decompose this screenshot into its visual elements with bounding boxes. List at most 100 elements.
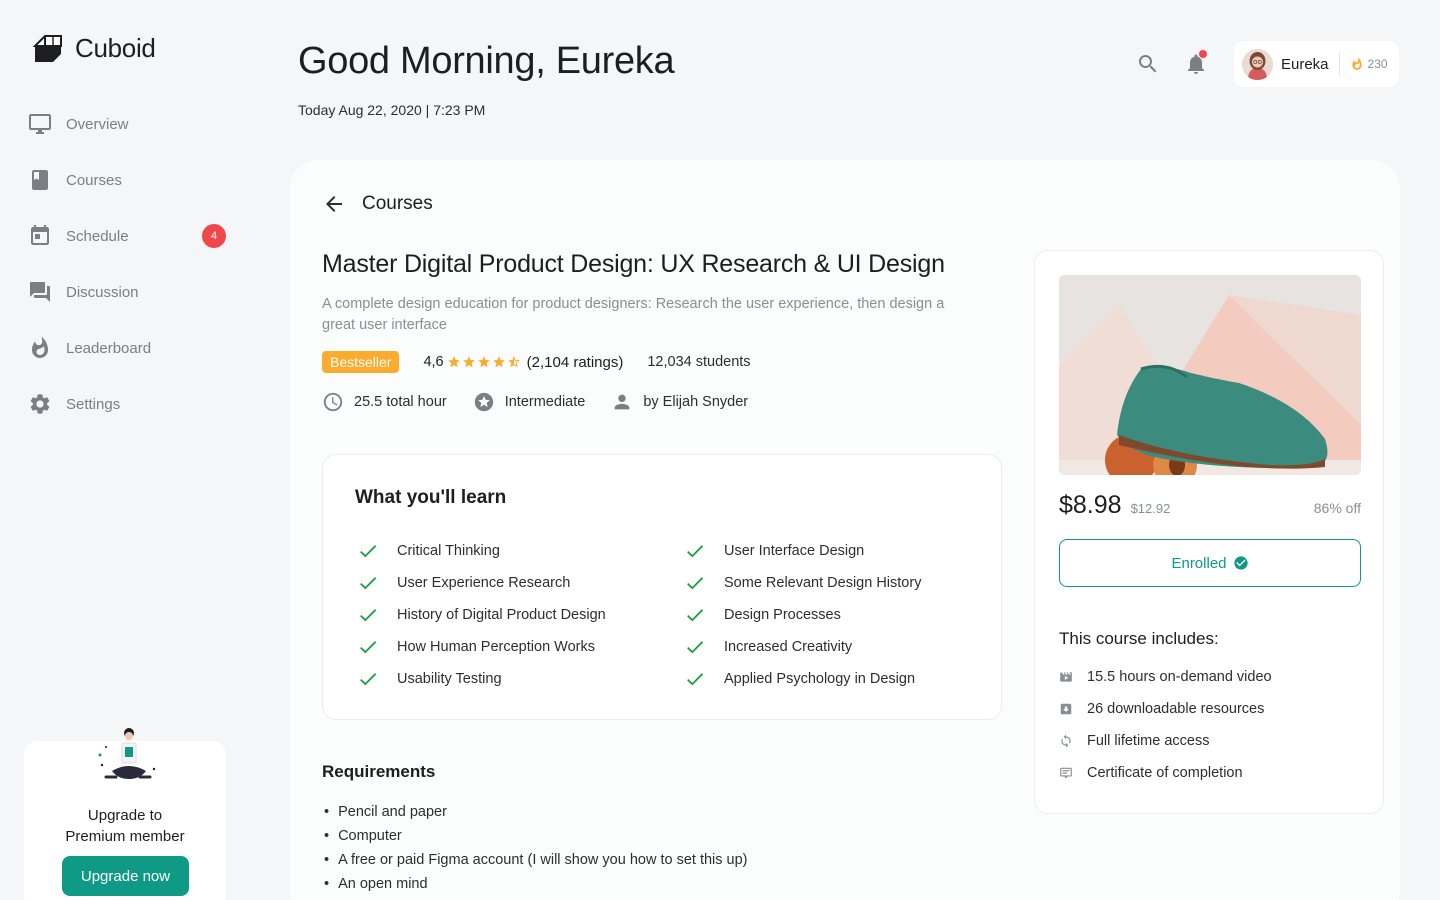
course-thumbnail	[1059, 275, 1361, 475]
discount-label: 86% off	[1313, 500, 1361, 516]
sidebar-item-label: Discussion	[66, 283, 139, 301]
learn-title: What you'll learn	[355, 487, 507, 508]
course-description: A complete design education for product …	[322, 296, 945, 333]
cube-logo-icon	[33, 34, 62, 62]
upgrade-now-button[interactable]: Upgrade now	[62, 856, 189, 896]
original-price: $12.92	[1130, 501, 1171, 516]
author-text: by Elijah Snyder	[643, 394, 749, 410]
sidebar-item-courses[interactable]: Courses	[28, 152, 228, 208]
sidebar: Cuboid Overview Courses Schedule 4 Discu…	[0, 0, 260, 900]
premium-text: Upgrade to Premium member	[24, 805, 226, 847]
duration-text: 25.5 total hour	[354, 394, 447, 410]
enrolled-button[interactable]: Enrolled	[1059, 539, 1361, 587]
include-label: Certificate of completion	[1087, 765, 1243, 781]
sidebar-item-discussion[interactable]: Discussion	[28, 264, 228, 320]
premium-upgrade-card: Upgrade to Premium member Upgrade now	[24, 728, 226, 900]
check-icon	[360, 545, 377, 558]
learn-item-label: History of Digital Product Design	[397, 607, 606, 623]
monitor-icon	[29, 114, 51, 134]
breadcrumb-courses[interactable]: Courses	[362, 193, 433, 215]
enrolled-label: Enrolled	[1171, 554, 1227, 572]
list-item: 26 downloadable resources	[1059, 693, 1272, 725]
flame-icon	[1351, 57, 1362, 70]
notifications-button[interactable]	[1184, 50, 1208, 76]
course-title: Master Digital Product Design: UX Resear…	[322, 250, 945, 278]
list-item: Computer	[324, 824, 748, 848]
learn-item: Applied Psychology in Design	[684, 663, 921, 695]
duration-info: 25.5 total hour	[322, 391, 447, 413]
search-button[interactable]	[1136, 52, 1160, 76]
brand-name: Cuboid	[75, 33, 156, 63]
gear-icon	[30, 394, 50, 414]
learn-item-label: Usability Testing	[397, 671, 502, 687]
premium-line-1: Upgrade to	[87, 807, 163, 824]
clock-icon	[323, 392, 343, 412]
user-points: 230	[1350, 57, 1388, 71]
learn-item: Usability Testing	[357, 663, 606, 695]
check-circle-icon	[1233, 556, 1248, 570]
check-icon	[360, 609, 377, 622]
current-price: $8.98	[1059, 491, 1122, 519]
learn-item-label: User Experience Research	[397, 575, 571, 591]
learn-item: History of Digital Product Design	[357, 599, 606, 631]
current-date: Today Aug 22, 2020 | 7:23 PM	[298, 102, 486, 118]
chat-icon	[30, 282, 50, 302]
learn-column-2: User Interface Design Some Relevant Desi…	[684, 535, 921, 695]
learn-item: Design Processes	[684, 599, 921, 631]
chip-divider	[1338, 53, 1340, 75]
arrow-left-icon[interactable]	[322, 192, 346, 216]
include-label: 26 downloadable resources	[1087, 701, 1265, 717]
sidebar-item-label: Courses	[66, 171, 122, 189]
notification-dot	[1199, 50, 1207, 58]
ratings-count: (2,104 ratings)	[526, 353, 624, 371]
learning-outcomes-card: What you'll learn Critical Thinking User…	[322, 454, 1002, 720]
learn-item-label: Some Relevant Design History	[724, 575, 922, 591]
schedule-count-badge: 4	[202, 224, 226, 248]
learn-item: User Interface Design	[684, 535, 921, 567]
list-item: An open mind	[324, 872, 748, 896]
flame-icon	[32, 336, 48, 358]
learn-item: How Human Perception Works	[357, 631, 606, 663]
page-greeting: Good Morning, Eureka	[298, 40, 675, 82]
person-icon	[614, 394, 630, 410]
list-item: Certificate of completion	[1059, 757, 1272, 789]
learn-item-label: Increased Creativity	[724, 639, 853, 655]
check-icon	[687, 673, 704, 686]
requirements-list: Pencil and paper Computer A free or paid…	[324, 800, 748, 896]
check-icon	[687, 577, 704, 590]
user-avatar-icon	[1242, 48, 1273, 80]
certificate-icon	[1060, 767, 1072, 779]
premium-line-2: Premium member	[65, 828, 185, 845]
user-profile-chip[interactable]: Eureka 230	[1234, 41, 1399, 87]
level-info: Intermediate	[473, 391, 585, 413]
learn-item-label: User Interface Design	[724, 543, 865, 559]
check-icon	[687, 609, 704, 622]
rating-stars	[447, 355, 521, 369]
learn-item-label: Critical Thinking	[397, 543, 500, 559]
sidebar-item-settings[interactable]: Settings	[28, 376, 228, 432]
includes-list: 15.5 hours on-demand video 26 downloadab…	[1059, 661, 1272, 789]
star-icon	[462, 356, 475, 368]
star-icon	[477, 356, 490, 368]
download-icon	[1060, 703, 1072, 715]
sidebar-item-overview[interactable]: Overview	[28, 96, 228, 152]
avatar	[1242, 48, 1273, 80]
purchase-card: $8.98 $12.92 86% off Enrolled This cours…	[1034, 250, 1384, 814]
star-icon	[492, 356, 505, 368]
check-icon	[360, 577, 377, 590]
learn-item-label: Design Processes	[724, 607, 841, 623]
course-detail-panel: Courses Master Digital Product Design: U…	[290, 160, 1400, 900]
sidebar-item-label: Overview	[66, 115, 129, 133]
calendar-icon	[31, 225, 49, 245]
learn-column-1: Critical Thinking User Experience Resear…	[357, 535, 606, 695]
sidebar-item-schedule[interactable]: Schedule 4	[28, 208, 228, 264]
learn-item-label: Applied Psychology in Design	[724, 671, 916, 687]
shoe-product-image-icon	[1059, 275, 1361, 475]
brand-logo[interactable]: Cuboid	[33, 33, 156, 64]
sidebar-item-label: Leaderboard	[66, 339, 152, 357]
breadcrumb: Courses	[322, 192, 433, 216]
points-value: 230	[1367, 57, 1388, 71]
learn-item: Some Relevant Design History	[684, 567, 921, 599]
list-item: Pencil and paper	[324, 800, 748, 824]
sidebar-item-leaderboard[interactable]: Leaderboard	[28, 320, 228, 376]
